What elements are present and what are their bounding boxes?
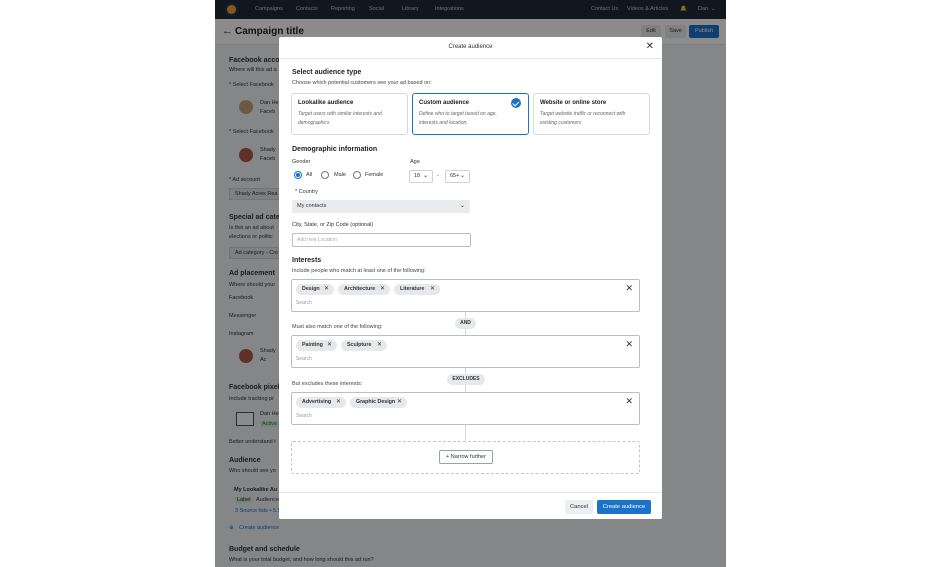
age-label: Age (410, 159, 420, 165)
clear-all-icon[interactable]: ✕ (625, 283, 633, 294)
remove-chip-icon[interactable]: ✕ (324, 284, 329, 295)
interests-search-input[interactable]: Search (296, 356, 312, 362)
excludes-pill: EXCLUDES (447, 374, 485, 385)
interest-chip: Advertising ✕ (296, 397, 346, 408)
gender-male-label[interactable]: Male (334, 172, 346, 178)
create-audience-modal: Create audience ✕ Select audience type C… (279, 37, 662, 519)
interest-chip: Architecture ✕ (338, 284, 390, 295)
interest-chip: Design ✕ (296, 284, 334, 295)
age-min-select[interactable]: 18 ⌄ (409, 170, 433, 183)
create-audience-button[interactable]: Create audience (597, 500, 651, 514)
demographic-heading: Demographic information (292, 146, 378, 153)
must-match-label: Must also match one of the following: (292, 324, 383, 330)
interests-exclude-box[interactable]: Advertising ✕ Graphic Design ✕ Search ✕ (291, 392, 640, 425)
gender-female-label[interactable]: Female (365, 172, 383, 178)
chip-label: Painting (302, 342, 323, 348)
chip-label: Advertising (302, 399, 332, 405)
interests-heading: Interests (292, 257, 322, 264)
clear-all-icon[interactable]: ✕ (625, 396, 633, 407)
card-title: Custom audience (419, 100, 470, 106)
city-label: City, State, or Zip Code (optional) (292, 222, 374, 228)
gender-all-label[interactable]: All (306, 172, 312, 178)
select-audience-type-heading: Select audience type (292, 69, 362, 76)
interest-chip: Literature ✕ (394, 284, 440, 295)
modal-footer: Cancel Create audience (279, 492, 662, 519)
cancel-button[interactable]: Cancel (565, 500, 593, 514)
chevron-down-icon: ⌄ (459, 203, 465, 209)
interest-chip: Sculpture ✕ (341, 340, 387, 351)
remove-chip-icon[interactable]: ✕ (377, 340, 382, 351)
location-input[interactable]: Add new Location (292, 233, 471, 247)
chevron-down-icon: ⌄ (422, 173, 428, 179)
card-description: Define who to target based on age, inter… (419, 111, 497, 126)
age-dash: - (437, 173, 439, 179)
country-select[interactable]: My contacts ⌄ (292, 200, 470, 213)
select-audience-type-subtitle: Choose which potential customers see you… (292, 80, 432, 86)
interests-include-box[interactable]: Design ✕ Architecture ✕ Literature ✕ Search… (291, 279, 640, 312)
narrow-further-button[interactable]: + Narrow further (439, 450, 493, 464)
interests-search-input[interactable]: Search (296, 413, 312, 419)
interests-must-match-box[interactable]: Painting ✕ Sculpture ✕ Search ✕ (291, 335, 640, 368)
card-description: Target users with similar interests and … (298, 111, 382, 126)
interests-subtitle: Include people who match at least one of… (292, 268, 426, 274)
checkmark-icon (511, 98, 521, 108)
age-max-select[interactable]: 65+ ⌄ (445, 170, 470, 183)
close-icon[interactable]: ✕ (646, 41, 654, 52)
country-label: * Country (295, 189, 318, 195)
remove-chip-icon[interactable]: ✕ (336, 397, 341, 408)
card-website-online-store[interactable]: Website or online store Target website t… (533, 93, 650, 135)
card-title: Website or online store (540, 100, 607, 106)
and-pill: AND (455, 318, 476, 329)
age-max-value: 65+ (450, 173, 460, 179)
country-value: My contacts (297, 203, 327, 209)
gender-label: Gender (292, 159, 311, 165)
card-lookalike-audience[interactable]: Lookalike audience Target users with sim… (291, 93, 408, 135)
card-title: Lookalike audience (298, 100, 354, 106)
card-description: Target website traffic or reconnect with… (540, 111, 626, 126)
remove-chip-icon[interactable]: ✕ (327, 340, 332, 351)
remove-chip-icon[interactable]: ✕ (430, 284, 435, 295)
remove-chip-icon[interactable]: ✕ (380, 284, 385, 295)
interest-chip: Painting ✕ (296, 340, 337, 351)
remove-chip-icon[interactable]: ✕ (397, 397, 402, 408)
interests-search-input[interactable]: Search (296, 300, 312, 306)
modal-title: Create audience (448, 44, 493, 50)
gender-female-radio[interactable] (353, 171, 361, 179)
chip-label: Sculpture (347, 342, 372, 348)
excludes-label: But excludes these interests: (292, 381, 363, 387)
chip-label: Graphic Design (356, 399, 396, 405)
app-window: Campaigns Contacts Reporting Social Libr… (215, 0, 726, 567)
interest-chip: Graphic Design ✕ (350, 397, 407, 408)
card-custom-audience[interactable]: Custom audience Define who to target bas… (412, 93, 529, 135)
gender-all-radio[interactable] (294, 171, 302, 179)
chevron-down-icon: ⌄ (459, 173, 465, 179)
chip-label: Design (302, 286, 320, 292)
chip-label: Literature (400, 286, 425, 292)
gender-male-radio[interactable] (321, 171, 329, 179)
clear-all-icon[interactable]: ✕ (625, 339, 633, 350)
age-min-value: 18 (414, 173, 421, 179)
chip-label: Architecture (344, 286, 376, 292)
connector-line (465, 425, 466, 441)
modal-header: Create audience ✕ (279, 37, 662, 59)
